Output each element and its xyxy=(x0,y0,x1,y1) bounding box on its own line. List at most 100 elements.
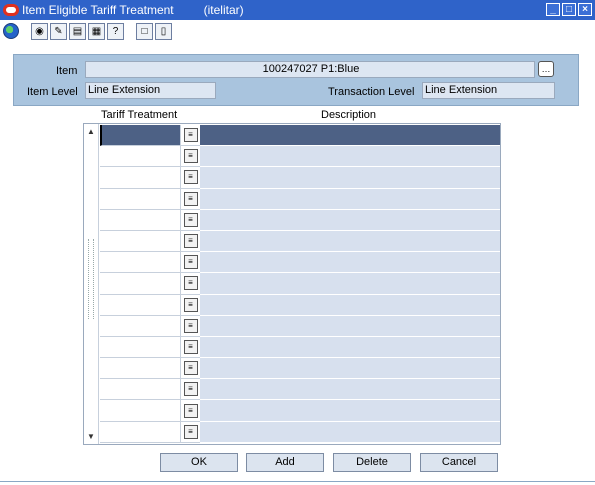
cancel-button[interactable]: Cancel xyxy=(420,453,498,472)
transaction-level-field: Line Extension xyxy=(422,82,555,99)
globe-icon[interactable] xyxy=(3,23,19,39)
scroll-grip[interactable] xyxy=(88,239,94,319)
oracle-app-icon xyxy=(3,4,19,16)
tariff-treatment-cell[interactable] xyxy=(100,273,181,295)
lov-button[interactable]: ≡ xyxy=(181,167,200,189)
minimize-button[interactable]: _ xyxy=(546,3,560,16)
delete-button[interactable]: Delete xyxy=(333,453,411,472)
list-of-values-icon[interactable]: ≡ xyxy=(183,339,198,354)
list-of-values-icon[interactable]: ≡ xyxy=(183,424,198,439)
list-of-values-icon[interactable]: ≡ xyxy=(183,318,198,333)
description-cell xyxy=(200,252,500,274)
toolbar-notes-icon[interactable]: ▤ xyxy=(69,22,86,40)
lov-button[interactable]: ≡ xyxy=(181,400,200,422)
table-row[interactable]: ≡ xyxy=(100,336,500,359)
scroll-down-icon[interactable]: ▼ xyxy=(86,432,96,442)
lov-button[interactable]: ≡ xyxy=(181,146,200,168)
list-of-values-icon[interactable]: ≡ xyxy=(183,212,198,227)
table-row[interactable]: ≡ xyxy=(100,146,500,168)
ok-button[interactable]: OK xyxy=(160,453,238,472)
list-of-values-icon[interactable]: ≡ xyxy=(183,170,198,185)
bottom-divider xyxy=(0,481,595,482)
lov-button[interactable]: ≡ xyxy=(181,421,200,443)
list-of-values-icon[interactable]: ≡ xyxy=(183,297,198,312)
lov-button[interactable]: ≡ xyxy=(181,379,200,401)
table-row[interactable]: ≡ xyxy=(100,230,500,253)
lov-button[interactable]: ≡ xyxy=(181,358,200,380)
tariff-treatment-cell[interactable] xyxy=(100,400,181,422)
tariff-treatment-cell[interactable] xyxy=(100,188,181,210)
tariff-table: ▲ ▼ ≡ ≡ ≡ ≡ ≡ ≡ ≡ ≡ ≡ ≡ ≡ ≡ ≡ ≡ ≡ xyxy=(83,123,501,445)
list-of-values-icon[interactable]: ≡ xyxy=(183,361,198,376)
lov-button[interactable]: ≡ xyxy=(181,230,200,253)
table-row[interactable]: ≡ xyxy=(100,125,500,147)
maximize-button[interactable]: □ xyxy=(562,3,576,16)
tariff-treatment-cell[interactable] xyxy=(100,336,181,359)
lov-button[interactable]: ≡ xyxy=(181,209,200,231)
description-cell xyxy=(200,358,500,380)
table-row[interactable]: ≡ xyxy=(100,209,500,231)
table-row[interactable]: ≡ xyxy=(100,252,500,274)
table-row[interactable]: ≡ xyxy=(100,273,500,295)
table-row[interactable]: ≡ xyxy=(100,421,500,443)
description-cell xyxy=(200,125,500,147)
tariff-treatment-cell[interactable] xyxy=(100,358,181,380)
tariff-treatment-cell[interactable] xyxy=(100,146,181,168)
table-row[interactable]: ≡ xyxy=(100,358,500,380)
table-row[interactable]: ≡ xyxy=(100,315,500,337)
window-title: Item Eligible Tariff Treatment xyxy=(22,3,174,17)
description-cell xyxy=(200,230,500,253)
lov-button[interactable]: ≡ xyxy=(181,188,200,210)
toolbar-document-icon[interactable]: ▯ xyxy=(155,22,172,40)
toolbar-print-icon[interactable]: ▦ xyxy=(88,22,105,40)
lov-button[interactable]: ≡ xyxy=(181,252,200,274)
tariff-treatment-cell[interactable] xyxy=(100,252,181,274)
list-of-values-icon[interactable]: ≡ xyxy=(183,234,198,249)
table-row[interactable]: ≡ xyxy=(100,294,500,316)
toolbar-edit-icon[interactable]: ✎ xyxy=(50,22,67,40)
list-of-values-icon[interactable]: ≡ xyxy=(183,382,198,397)
table-row[interactable]: ≡ xyxy=(100,188,500,210)
toolbar: ◉ ✎ ▤ ▦ ? □ ▯ xyxy=(0,20,595,42)
button-bar: OK Add Delete Cancel xyxy=(0,453,595,473)
title-bar: Item Eligible Tariff Treatment (itelitar… xyxy=(0,0,595,20)
toolbar-options-icon[interactable]: ◉ xyxy=(31,22,48,40)
tariff-treatment-cell[interactable] xyxy=(100,230,181,253)
tariff-treatment-cell[interactable] xyxy=(100,125,181,147)
lov-button[interactable]: ≡ xyxy=(181,273,200,295)
col-header-description: Description xyxy=(321,109,377,121)
table-row[interactable]: ≡ xyxy=(100,167,500,189)
tariff-treatment-cell[interactable] xyxy=(100,379,181,401)
help-icon[interactable]: ? xyxy=(107,22,124,40)
lov-button[interactable]: ≡ xyxy=(181,294,200,316)
list-of-values-icon[interactable]: ≡ xyxy=(183,128,198,143)
tariff-treatment-cell[interactable] xyxy=(100,294,181,316)
add-button[interactable]: Add xyxy=(246,453,324,472)
description-cell xyxy=(200,336,500,359)
list-of-values-icon[interactable]: ≡ xyxy=(183,191,198,206)
scroll-up-icon[interactable]: ▲ xyxy=(86,127,96,137)
tariff-treatment-cell[interactable] xyxy=(100,421,181,443)
list-of-values-icon[interactable]: ≡ xyxy=(183,149,198,164)
item-field[interactable]: 100247027 P1:Blue xyxy=(85,61,535,78)
list-of-values-icon[interactable]: ≡ xyxy=(183,403,198,418)
tariff-treatment-cell[interactable] xyxy=(100,209,181,231)
list-of-values-icon[interactable]: ≡ xyxy=(183,255,198,270)
description-cell xyxy=(200,146,500,168)
item-level-field: Line Extension xyxy=(85,82,216,99)
item-header-panel: Item 100247027 P1:Blue … Item Level Line… xyxy=(13,54,579,106)
lov-button[interactable]: ≡ xyxy=(181,125,200,147)
lov-button[interactable]: ≡ xyxy=(181,336,200,359)
tariff-treatment-cell[interactable] xyxy=(100,167,181,189)
list-of-values-icon[interactable]: ≡ xyxy=(183,276,198,291)
description-cell xyxy=(200,315,500,337)
tariff-treatment-cell[interactable] xyxy=(100,315,181,337)
table-row[interactable]: ≡ xyxy=(100,379,500,401)
table-row[interactable]: ≡ xyxy=(100,400,500,422)
item-level-label: Item Level xyxy=(27,86,78,98)
vertical-scrollbar[interactable]: ▲ ▼ xyxy=(84,124,99,444)
toolbar-blank-icon[interactable]: □ xyxy=(136,22,153,40)
close-button[interactable]: × xyxy=(578,3,592,16)
lov-button[interactable]: ≡ xyxy=(181,315,200,337)
comment-icon[interactable]: … xyxy=(538,61,554,77)
